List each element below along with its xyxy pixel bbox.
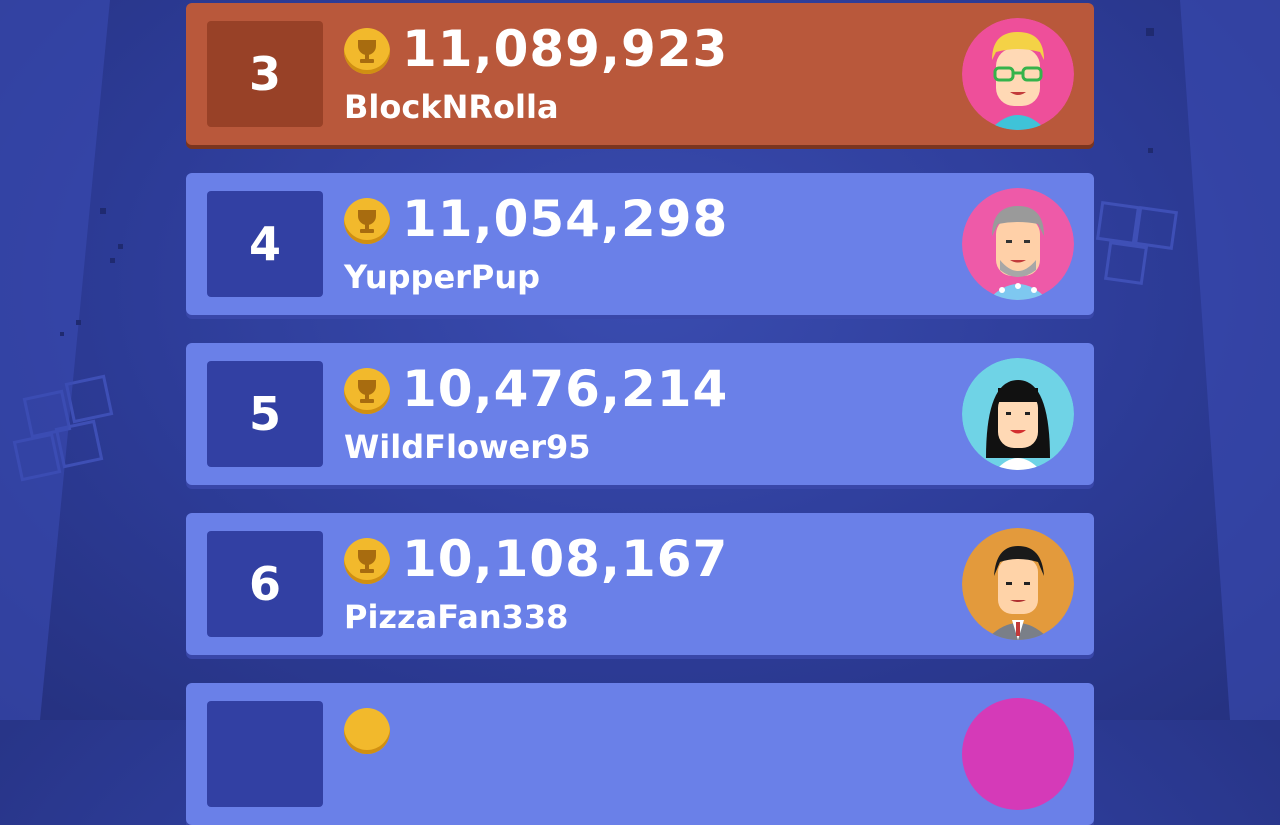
player-name: WildFlower95 bbox=[344, 428, 591, 466]
player-avatar[interactable] bbox=[962, 698, 1074, 810]
score-value: 10,476,214 bbox=[402, 360, 729, 418]
player-avatar[interactable] bbox=[962, 18, 1074, 130]
player-name: PizzaFan338 bbox=[344, 598, 569, 636]
trophy-icon bbox=[344, 28, 390, 74]
player-name: BlockNRolla bbox=[344, 88, 559, 126]
leaderboard-row[interactable]: 6 10,108,167 PizzaFan338 bbox=[186, 513, 1094, 655]
leaderboard-row-highlighted[interactable]: 3 11,089,923 BlockNRolla bbox=[186, 3, 1094, 145]
trophy-icon bbox=[344, 368, 390, 414]
leaderboard-row-partial[interactable] bbox=[186, 683, 1094, 825]
trophy-icon bbox=[344, 198, 390, 244]
leaderboard-row[interactable]: 5 10,476,214 WildFlower95 bbox=[186, 343, 1094, 485]
score-value: 11,054,298 bbox=[402, 190, 729, 248]
score-value: 11,089,923 bbox=[402, 20, 729, 78]
rank-badge: 6 bbox=[207, 531, 323, 637]
trophy-icon bbox=[344, 708, 390, 754]
player-name: YupperPup bbox=[344, 258, 541, 296]
leaderboard-row[interactable]: 4 11,054,298 YupperPup bbox=[186, 173, 1094, 315]
player-avatar[interactable] bbox=[962, 188, 1074, 300]
rank-badge: 5 bbox=[207, 361, 323, 467]
trophy-icon bbox=[344, 538, 390, 584]
rank-badge: 4 bbox=[207, 191, 323, 297]
rank-badge bbox=[207, 701, 323, 807]
rank-badge: 3 bbox=[207, 21, 323, 127]
player-avatar[interactable] bbox=[962, 528, 1074, 640]
player-avatar[interactable] bbox=[962, 358, 1074, 470]
score-value: 10,108,167 bbox=[402, 530, 729, 588]
